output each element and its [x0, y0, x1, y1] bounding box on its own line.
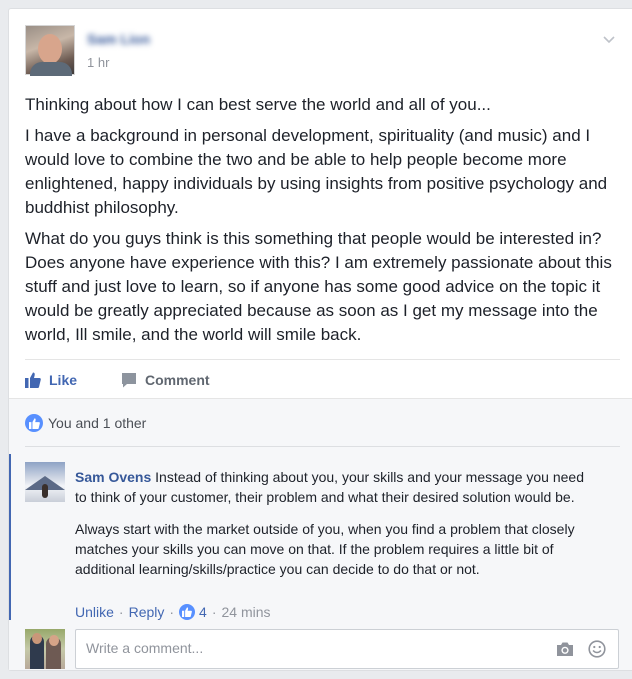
comment-composer[interactable] [75, 629, 619, 669]
like-label: Like [49, 372, 78, 388]
post-paragraph: I have a background in personal developm… [25, 126, 608, 217]
comment-label: Comment [145, 372, 210, 388]
separator: · [211, 604, 217, 620]
commenter-name[interactable]: Sam Ovens [75, 469, 151, 485]
comment-input[interactable] [84, 639, 528, 657]
post-text: Thinking about how I can best serve the … [25, 93, 621, 354]
reaction-count-button[interactable]: 4 [179, 604, 207, 620]
reaction-count: 4 [199, 604, 207, 620]
comments-section: You and 1 other Sam Ovens Instead of thi… [9, 398, 632, 670]
comment-button[interactable]: Comment [121, 369, 210, 391]
chevron-down-icon[interactable] [603, 31, 615, 44]
author-avatar[interactable] [25, 25, 75, 76]
comment-text-2: Always start with the market outside of … [75, 521, 575, 577]
like-button[interactable]: Like [25, 369, 77, 391]
speech-bubble-icon [121, 372, 137, 388]
divider [25, 359, 620, 360]
thumbs-up-icon [179, 604, 196, 620]
post-paragraph: Thinking about how I can best serve the … [25, 95, 491, 114]
commenter-avatar[interactable] [25, 462, 65, 502]
post-paragraph: What do you guys think is this something… [25, 229, 612, 344]
likes-summary[interactable]: You and 1 other [25, 414, 146, 432]
author-name[interactable]: Sam Lion [87, 31, 150, 47]
separator: · [118, 604, 124, 620]
smiley-icon[interactable] [588, 640, 606, 663]
thumbs-up-icon [25, 414, 43, 432]
comment-body: Sam Ovens Instead of thinking about you,… [75, 467, 595, 591]
camera-icon[interactable] [556, 641, 574, 662]
comment-actions: Unlike · Reply · 4 · 24 mins [75, 604, 271, 620]
viewer-avatar [25, 629, 65, 669]
likes-text: You and 1 other [48, 415, 147, 431]
comment-text-1: Instead of thinking about you, your skil… [75, 469, 584, 505]
comment-timestamp[interactable]: 24 mins [222, 604, 271, 620]
reply-link[interactable]: Reply [129, 604, 165, 620]
thumbs-up-icon [25, 372, 41, 388]
post-header: Sam Lion 1 hr [25, 25, 615, 77]
comment-paragraph: Sam Ovens Instead of thinking about you,… [75, 467, 595, 507]
post-card: Sam Lion 1 hr Thinking about how I can b… [8, 8, 632, 671]
post-timestamp[interactable]: 1 hr [87, 55, 109, 70]
divider [25, 446, 620, 447]
separator: · [169, 604, 175, 620]
unlike-link[interactable]: Unlike [75, 604, 114, 620]
thread-indicator [9, 454, 11, 620]
